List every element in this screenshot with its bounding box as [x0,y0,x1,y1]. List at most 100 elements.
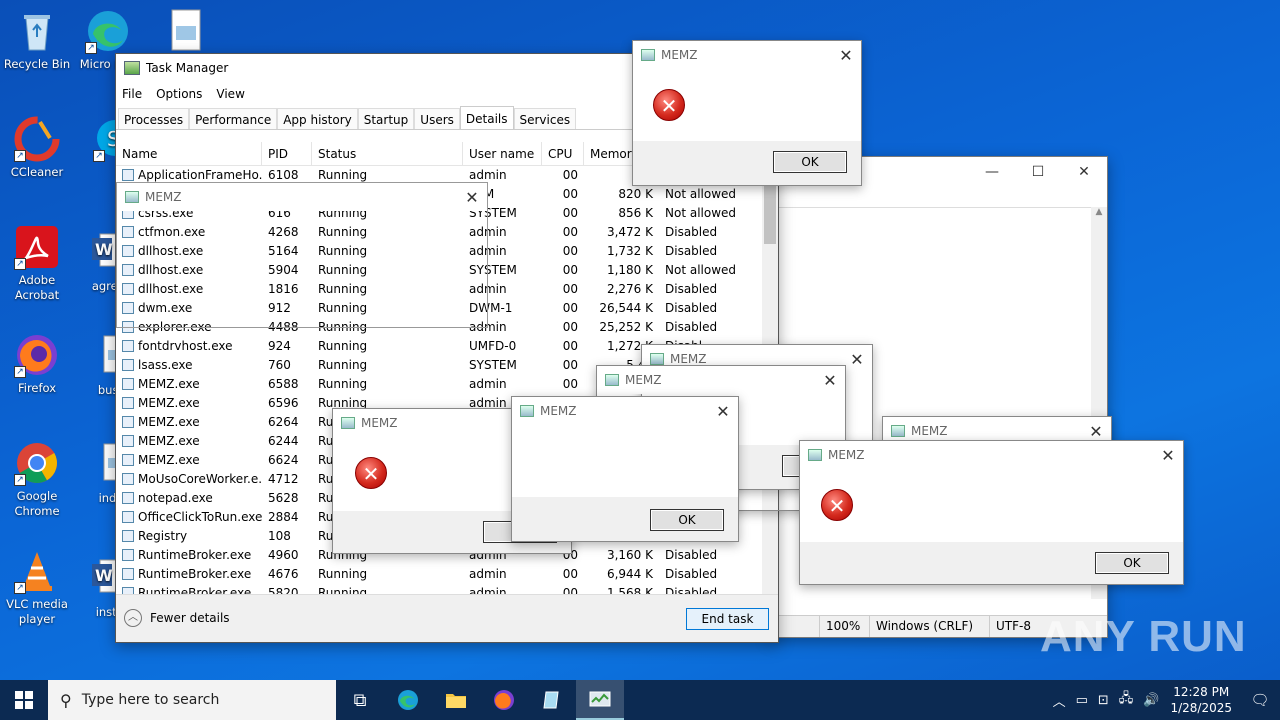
column-cpu[interactable]: CPU [542,142,584,165]
process-pid-text: 6264 [268,415,299,429]
chevron-up-icon[interactable]: ︿ [1053,691,1066,710]
start-button[interactable] [0,680,48,720]
clock[interactable]: 12:28 PM 1/28/2025 [1170,684,1232,716]
column-name[interactable]: Name [116,142,262,165]
process-uac: Disabled [659,280,764,299]
tab-users[interactable]: Users [414,108,460,129]
fewer-details-link[interactable]: ︿ Fewer details [124,609,230,627]
maximize-icon[interactable]: ☐ [1015,157,1061,187]
process-uac: Not allowed [659,185,764,204]
process-icon [122,568,134,580]
network-icon[interactable]: 🖧 [1119,689,1134,711]
close-icon[interactable]: ✕ [842,350,872,369]
ok-button[interactable]: OK [773,151,847,173]
process-status-text: Running [318,567,368,581]
memz-dialog[interactable]: MEMZ ✕ [116,182,488,328]
menu-options[interactable]: Options [156,87,202,101]
memz-icon [341,417,355,429]
tab-details[interactable]: Details [459,106,514,129]
process-memory-text: 1,568 K [606,586,653,594]
column-status[interactable]: Status [312,142,463,165]
desktop-icon-firefox[interactable]: ↗ Firefox [0,332,74,396]
desktop-icon-acrobat[interactable]: ↗ Adobe Acrobat [0,224,74,303]
process-cpu: 00 [542,280,584,299]
process-uac: Not allowed [659,204,764,223]
process-status-text: Running [318,377,368,391]
process-memory: 2,276 K [584,280,659,299]
process-cpu-text: 00 [562,586,578,594]
close-icon[interactable]: ✕ [1153,446,1183,465]
process-cpu-text: 00 [562,168,578,182]
notepad-taskbar-icon[interactable] [528,680,576,720]
process-pid-text: 108 [268,529,291,543]
process-uac-text: Disabled [665,244,718,258]
desktop-icon-vlc[interactable]: ↗ VLC media player [0,548,74,627]
close-icon[interactable]: ✕ [708,402,738,421]
process-status-text: Running [318,586,368,594]
process-memory: 1,180 K [584,261,659,280]
task-view-icon[interactable]: ⧉ [336,680,384,720]
table-row[interactable]: RuntimeBroker.exe 5820 Running admin 00 1,568… [116,584,764,594]
memz-icon [520,405,534,417]
tab-performance[interactable]: Performance [189,108,278,129]
process-icon [122,340,134,352]
column-user-name[interactable]: User name [463,142,542,165]
tab-processes[interactable]: Processes [118,108,190,129]
process-name-text: ApplicationFrameHo... [138,168,262,182]
memz-icon [605,374,619,386]
memz-dialog[interactable]: MEMZ ✕ ✕ OK [799,440,1184,585]
desktop-icon-chrome[interactable]: ↗ Google Chrome [0,440,74,519]
process-memory-text: 25,252 K [599,320,653,334]
shield-icon[interactable]: ⊡ [1098,693,1109,708]
file-explorer-icon[interactable] [432,680,480,720]
tab-services[interactable]: Services [513,108,577,129]
menu-view[interactable]: View [216,87,244,101]
tab-app-history[interactable]: App history [277,108,358,129]
memz-dialog[interactable]: MEMZ ✕ ✕ OK [632,40,862,186]
windows-icon [15,691,33,709]
ok-button[interactable]: OK [650,509,724,531]
process-cpu-text: 00 [562,339,578,353]
process-pid: 4712 [262,470,312,489]
process-cpu: 00 [542,223,584,242]
column-pid[interactable]: PID [262,142,312,165]
menu-file[interactable]: File [122,87,142,101]
tab-startup[interactable]: Startup [357,108,415,129]
process-name-text: lsass.exe [138,358,193,372]
dialog-title: MEMZ [828,448,865,462]
process-memory-text: 1,732 K [606,244,653,258]
svg-text:W: W [95,240,113,259]
fewer-details-label: Fewer details [150,611,230,625]
device-icon[interactable]: ▭ [1076,693,1088,708]
window-title: Task Manager [146,61,229,75]
process-cpu: 00 [542,185,584,204]
memz-dialog[interactable]: MEMZ ✕ OK [511,396,739,542]
taskbar-search[interactable]: ⚲ Type here to search [48,680,336,720]
process-uac-text: Disabled [665,567,718,581]
volume-icon[interactable]: 🔊 [1143,693,1159,708]
desktop-icon-file[interactable] [164,8,208,57]
close-icon[interactable]: ✕ [815,371,845,390]
close-icon[interactable]: ✕ [457,188,487,207]
notification-icon[interactable]: 🗨 [1240,691,1280,709]
process-name: MEMZ.exe [116,451,262,470]
close-icon[interactable]: ✕ [1061,157,1107,187]
minimize-icon[interactable]: — [969,157,1015,187]
desktop-icon-recycle-bin[interactable]: Recycle Bin [0,8,74,72]
close-icon[interactable]: ✕ [1081,422,1111,441]
end-task-button[interactable]: End task [686,608,769,630]
ok-button[interactable]: OK [1095,552,1169,574]
process-name-text: MoUsoCoreWorker.e... [138,472,262,486]
process-pid: 6624 [262,451,312,470]
scrollbar-thumb[interactable] [764,186,776,244]
firefox-taskbar-icon[interactable] [480,680,528,720]
close-icon[interactable]: ✕ [831,46,861,65]
line-ending: Windows (CRLF) [869,616,989,637]
task-manager-taskbar-icon[interactable] [576,680,624,720]
process-icon [122,397,134,409]
desktop-icon-ccleaner[interactable]: ↗ CCleaner [0,116,74,180]
edge-taskbar-icon[interactable] [384,680,432,720]
table-row[interactable]: RuntimeBroker.exe 4676 Running admin 00 6,944… [116,565,764,584]
process-name-text: OfficeClickToRun.exe [138,510,262,524]
process-cpu-text: 00 [562,187,578,201]
